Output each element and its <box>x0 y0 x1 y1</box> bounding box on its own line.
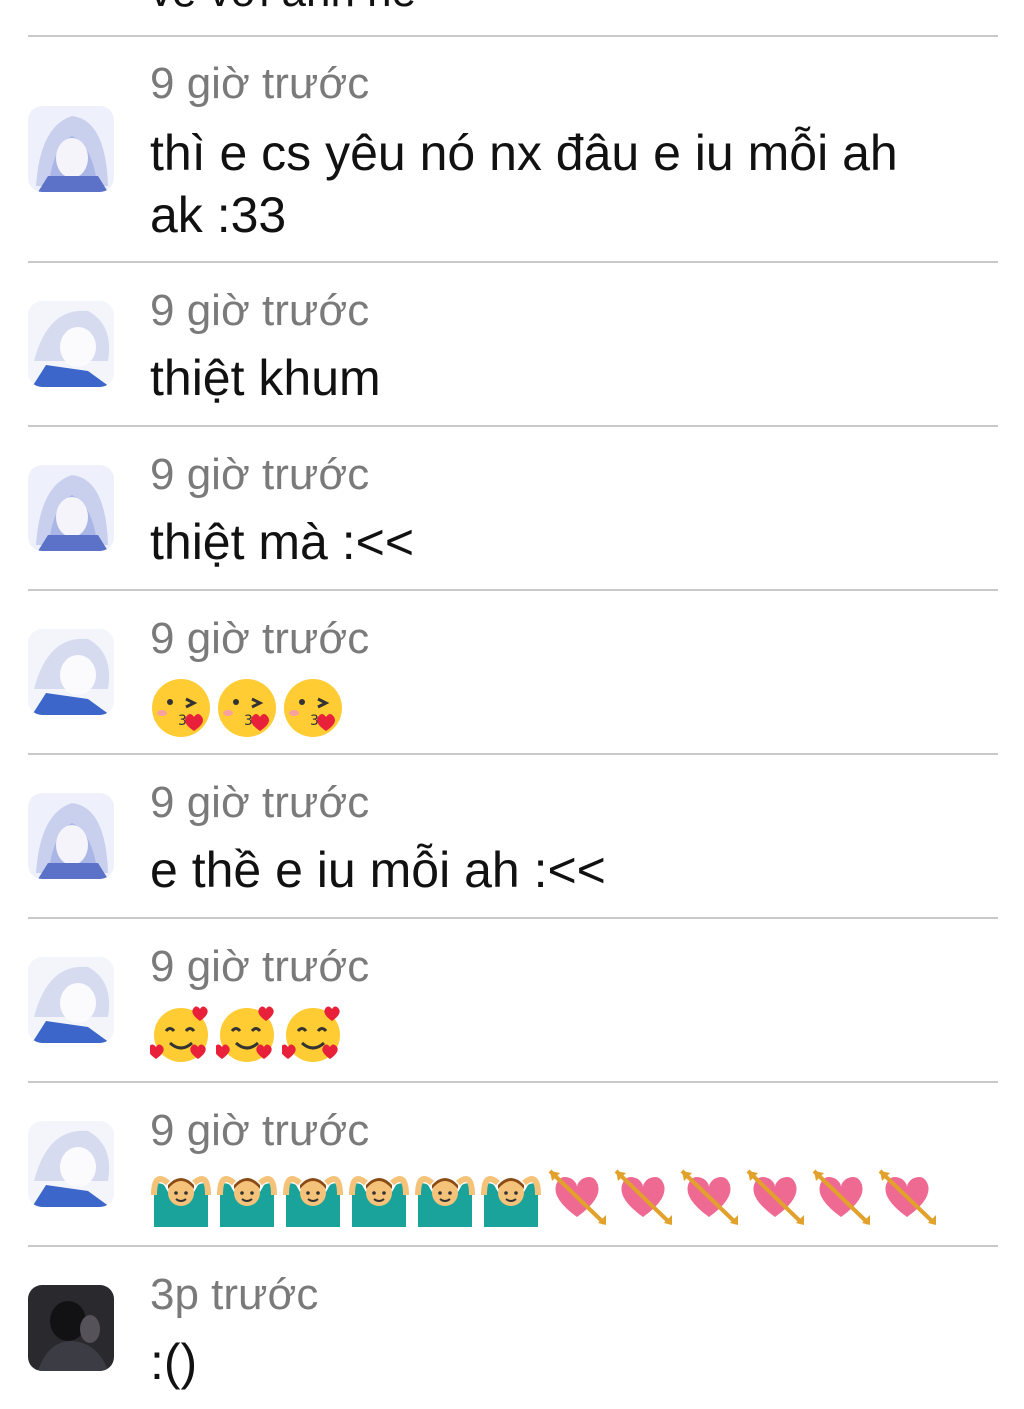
avatar[interactable] <box>28 1121 114 1207</box>
smiling-hearts-emoji <box>282 1006 340 1062</box>
emoji-row: 3 3 3 <box>150 677 344 739</box>
avatar[interactable] <box>28 465 114 551</box>
comment-text: :() <box>150 1334 198 1390</box>
ok-gesture-man-emoji <box>283 1176 343 1227</box>
ok-gesture-man-emoji <box>481 1176 541 1227</box>
heart-arrow-emoji <box>812 1169 870 1225</box>
comment-item[interactable]: 9 giờ trước e thề e iu mỗi ah :<< <box>0 755 1024 917</box>
emoji-row <box>150 1165 938 1227</box>
ok-gesture-man-emoji <box>151 1176 211 1227</box>
divider <box>28 35 998 37</box>
comment-item[interactable]: 9 giờ trước thì e cs yêu nó nx đâu e iu … <box>0 38 1024 261</box>
comment-time: 9 giờ trước <box>150 59 370 108</box>
avatar[interactable] <box>28 301 114 387</box>
ok-gesture-man-emoji <box>217 1176 277 1227</box>
comment-time: 9 giờ trước <box>150 778 370 827</box>
comment-item[interactable]: 9 giờ trước <box>0 1083 1024 1245</box>
avatar[interactable] <box>28 1285 114 1371</box>
avatar[interactable] <box>28 793 114 879</box>
comment-text: thiệt khum <box>150 350 381 406</box>
comment-item[interactable]: 9 giờ trước thiệt khum <box>0 263 1024 425</box>
smiling-hearts-emoji <box>150 1006 208 1062</box>
comment-time: 9 giờ trước <box>150 614 370 663</box>
comment-item[interactable]: 3p trước :() <box>0 1247 1024 1409</box>
comment-time: 9 giờ trước <box>150 942 370 991</box>
emoji-row <box>150 1003 344 1065</box>
comment-time: 9 giờ trước <box>150 286 370 335</box>
comment-item[interactable]: 9 giờ trước 3 3 3 <box>0 591 1024 753</box>
kissing-heart-emoji: 3 <box>218 679 276 737</box>
comment-time: 9 giờ trước <box>150 450 370 499</box>
heart-arrow-emoji <box>878 1169 936 1225</box>
ok-gesture-man-emoji <box>349 1176 409 1227</box>
comment-item[interactable]: 9 giờ trước <box>0 919 1024 1081</box>
comment-time: 9 giờ trước <box>150 1106 370 1155</box>
heart-arrow-emoji <box>680 1169 738 1225</box>
avatar[interactable] <box>28 957 114 1043</box>
avatar[interactable] <box>28 106 114 192</box>
ok-gesture-man-emoji <box>415 1176 475 1227</box>
comment-time: 3p trước <box>150 1270 319 1319</box>
comment-item[interactable]: 9 giờ trước thiệt mà :<< <box>0 427 1024 589</box>
avatar[interactable] <box>28 629 114 715</box>
heart-arrow-emoji <box>614 1169 672 1225</box>
heart-arrow-emoji <box>548 1169 606 1225</box>
comment-text: thiệt mà :<< <box>150 514 415 570</box>
comment-text: e thề e iu mỗi ah :<< <box>150 842 606 898</box>
comment-text: thì e cs yêu nó nx đâu e iu mỗi ah ak :3… <box>150 125 898 243</box>
kissing-heart-emoji: 3 <box>152 679 210 737</box>
kissing-heart-emoji: 3 <box>284 679 342 737</box>
cutoff-comment-text: về với anh nè <box>150 0 416 14</box>
smiling-hearts-emoji <box>216 1006 274 1062</box>
comment-feed: về với anh nè 9 giờ trước thì e cs yêu n… <box>0 0 1024 1409</box>
heart-arrow-emoji <box>746 1169 804 1225</box>
